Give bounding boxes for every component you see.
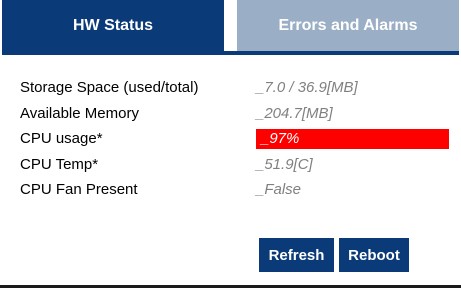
refresh-button[interactable]: Refresh	[259, 238, 334, 272]
status-list: Storage Space (used/total) _7.0 / 36.9[M…	[0, 77, 461, 205]
cpu-usage-value: _97%	[256, 129, 449, 149]
status-row-cpu-usage: CPU usage* _97%	[0, 128, 461, 154]
status-row-storage: Storage Space (used/total) _7.0 / 36.9[M…	[0, 77, 461, 103]
cpu-usage-label: CPU usage*	[20, 130, 103, 147]
status-row-cpu-fan: CPU Fan Present _False	[0, 179, 461, 205]
cpu-temp-label: CPU Temp*	[20, 155, 99, 173]
cpu-fan-value: _False	[256, 181, 302, 198]
cpu-temp-value: _51.9[C]	[256, 155, 313, 173]
action-buttons: Refresh Reboot	[259, 238, 409, 272]
tab-bar: HW Status Errors and Alarms	[0, 0, 461, 58]
status-row-cpu-temp: CPU Temp* _51.9[C]	[0, 154, 461, 180]
memory-label: Available Memory	[20, 104, 139, 122]
cpu-fan-label: CPU Fan Present	[20, 181, 138, 198]
memory-value: _204.7[MB]	[256, 104, 333, 122]
tab-underline	[2, 51, 459, 55]
reboot-button[interactable]: Reboot	[339, 238, 409, 272]
hw-status-panel: HW Status Errors and Alarms Storage Spac…	[0, 0, 461, 288]
status-row-memory: Available Memory _204.7[MB]	[0, 103, 461, 129]
storage-label: Storage Space (used/total)	[20, 79, 199, 96]
tab-errors-and-alarms[interactable]: Errors and Alarms	[237, 0, 459, 51]
tab-hw-status[interactable]: HW Status	[2, 0, 224, 51]
storage-value: _7.0 / 36.9[MB]	[256, 79, 358, 96]
